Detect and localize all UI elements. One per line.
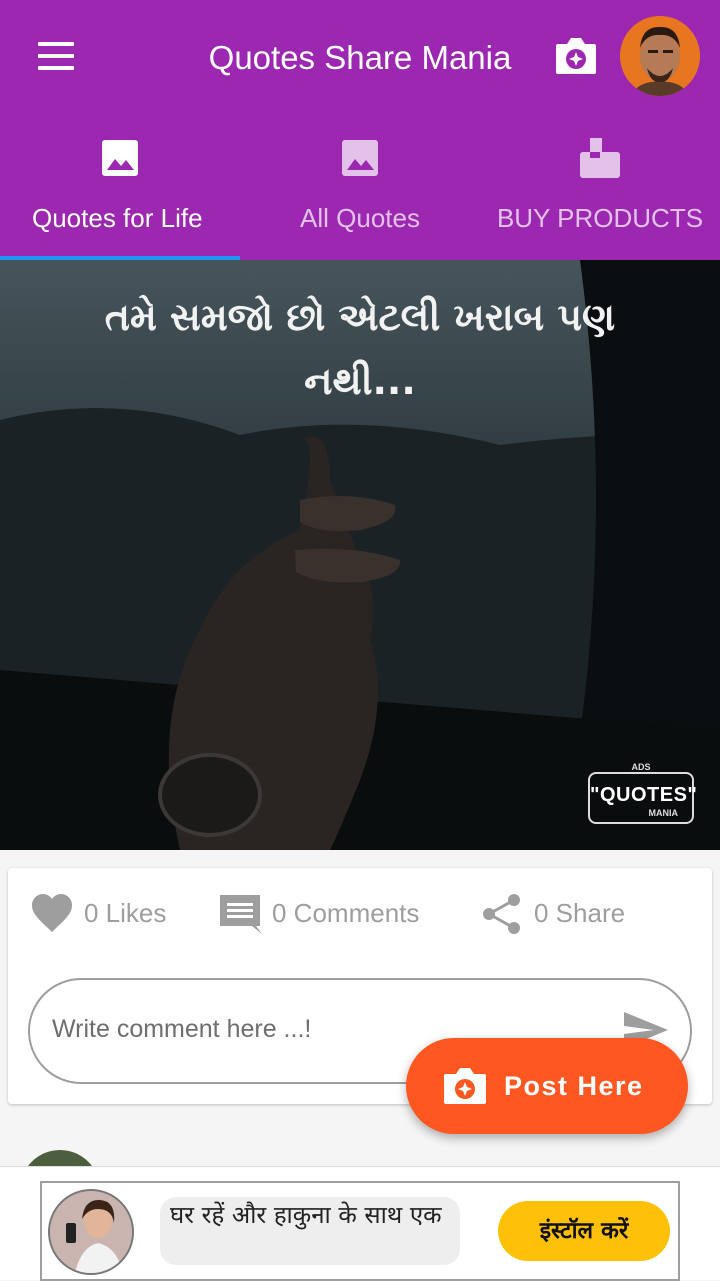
- tab-all-quotes[interactable]: All Quotes: [240, 120, 480, 260]
- share-button[interactable]: 0 Share: [480, 888, 660, 938]
- menu-icon-bar: [38, 54, 74, 58]
- share-icon: [483, 894, 520, 934]
- comment-button[interactable]: 0 Comments: [218, 888, 458, 938]
- app-bar: Quotes Share Mania Quotes for Life All Q…: [0, 0, 720, 260]
- comment-placeholder: Write comment here ...!: [52, 1015, 312, 1043]
- comment-icon: [220, 895, 262, 934]
- quote-text-line: તમે સમજો છો એટલી ખરાબ પણ: [104, 295, 616, 339]
- ad-banner: घर रहें और हाकुना के साथ एक इंस्टॉल करें: [0, 1166, 720, 1281]
- camera-add-icon: [556, 38, 596, 74]
- watermark-sub: MANIA: [648, 808, 679, 818]
- quote-image[interactable]: તમે સમજો છો એટલી ખરાબ પણ નથી... ADS "QUO…: [0, 260, 720, 850]
- image-icon: [102, 140, 138, 176]
- menu-icon-bar: [38, 42, 74, 46]
- post-here-button[interactable]: Post Here: [406, 1038, 688, 1134]
- camera-add-button[interactable]: [554, 36, 598, 76]
- camera-add-icon: [444, 1068, 486, 1104]
- user-avatar[interactable]: [620, 16, 700, 96]
- comments-count: 0 Comments: [272, 898, 420, 928]
- tab-quotes-for-life[interactable]: Quotes for Life: [0, 120, 240, 260]
- image-icon: [342, 140, 378, 176]
- like-button[interactable]: 0 Likes: [30, 888, 190, 938]
- quotes-mania-watermark: ADS "QUOTES" MANIA: [588, 762, 698, 824]
- tab-label: All Quotes: [300, 203, 420, 233]
- ad-frame[interactable]: घर रहें और हाकुना के साथ एक इंस्टॉल करें: [40, 1181, 680, 1281]
- watermark-main: "QUOTES": [590, 784, 698, 806]
- heart-icon: [32, 894, 72, 932]
- mailbox-icon: [580, 138, 620, 178]
- install-button[interactable]: इंस्टॉल करें: [498, 1201, 670, 1261]
- avatar-photo: [620, 16, 700, 96]
- tab-buy-products[interactable]: BUY PRODUCTS: [480, 120, 720, 260]
- menu-icon-bar: [38, 66, 74, 70]
- menu-button[interactable]: [30, 34, 82, 78]
- watermark-top: ADS: [631, 762, 651, 772]
- ad-avatar: [48, 1189, 134, 1275]
- tab-label: BUY PRODUCTS: [496, 203, 704, 233]
- app-title: Quotes Share Mania: [208, 39, 512, 76]
- tab-label: Quotes for Life: [32, 203, 203, 233]
- likes-count: 0 Likes: [84, 898, 167, 928]
- ad-text: घर रहें और हाकुना के साथ एक: [160, 1197, 460, 1265]
- post-here-label: Post Here: [504, 1071, 644, 1101]
- share-count: 0 Share: [534, 898, 626, 928]
- quote-text-line: નથી...: [304, 359, 416, 403]
- tab-bar: Quotes for Life All Quotes BUY PRODUCTS: [0, 120, 720, 260]
- ad-photo: [50, 1191, 132, 1273]
